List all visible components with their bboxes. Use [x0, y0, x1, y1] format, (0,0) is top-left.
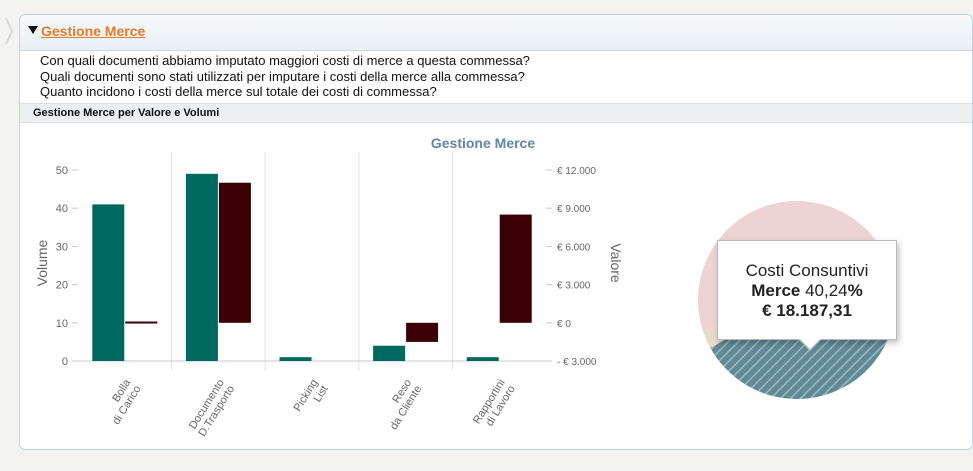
tooltip-series-line: Merce 40,24% — [718, 281, 896, 301]
y-tick-label: 10 — [56, 318, 68, 330]
pie-tooltip: Costi Consuntivi Merce 40,24% € 18.187,3… — [717, 240, 897, 351]
y-tick-label: 50 — [56, 165, 68, 177]
combo-bar-chart: Gestione Merce 0 10 20 30 40 50 - € 3.000 € 0 € 3… — [34, 135, 896, 439]
tooltip-percent-sign: % — [847, 281, 863, 300]
valore-bar — [125, 321, 158, 324]
y-axis-title: Volume — [34, 239, 50, 286]
y2-tick-label: € 9.000 — [557, 204, 591, 215]
y-tick-label: 0 — [62, 356, 68, 368]
chart-title: Gestione Merce — [431, 135, 535, 151]
y-tick-label: 20 — [56, 280, 68, 292]
valore-bar — [406, 322, 439, 342]
volume-bar — [92, 204, 125, 361]
x-tick-label: PickingList — [292, 377, 331, 420]
x-tick-label: Rapportinidi Lavoro — [471, 377, 518, 432]
y-tick-label: 40 — [56, 203, 68, 215]
tooltip-percent: 40,24 — [805, 281, 848, 300]
volume-bar — [373, 345, 406, 361]
y2-axis-title: Valore — [608, 243, 624, 283]
x-tick-label: DocumentoD.Trasporto — [186, 377, 237, 439]
volume-bar — [185, 173, 218, 361]
tooltip-series-name: Merce — [751, 281, 801, 300]
y2-tick-label: € 12.000 — [557, 166, 596, 177]
y2-tick-label: - € 3.000 — [557, 357, 597, 368]
volume-bar — [279, 357, 312, 361]
y2-tick-label: € 0 — [557, 319, 571, 330]
y2-tick-label: € 6.000 — [557, 242, 591, 253]
y2-tick-label: € 3.000 — [557, 281, 591, 292]
tooltip-title: Costi Consuntivi — [745, 261, 869, 280]
tooltip-amount: € 18.187,31 — [762, 301, 852, 320]
y-tick-label: 30 — [56, 241, 68, 253]
x-tick-label: Resoda Cliente — [378, 377, 425, 432]
tooltip-arrow — [800, 339, 820, 349]
valore-bar — [218, 182, 251, 323]
x-tick-label: Bolladi Carico — [100, 376, 144, 426]
valore-bar — [499, 214, 532, 323]
volume-bar — [466, 357, 499, 361]
